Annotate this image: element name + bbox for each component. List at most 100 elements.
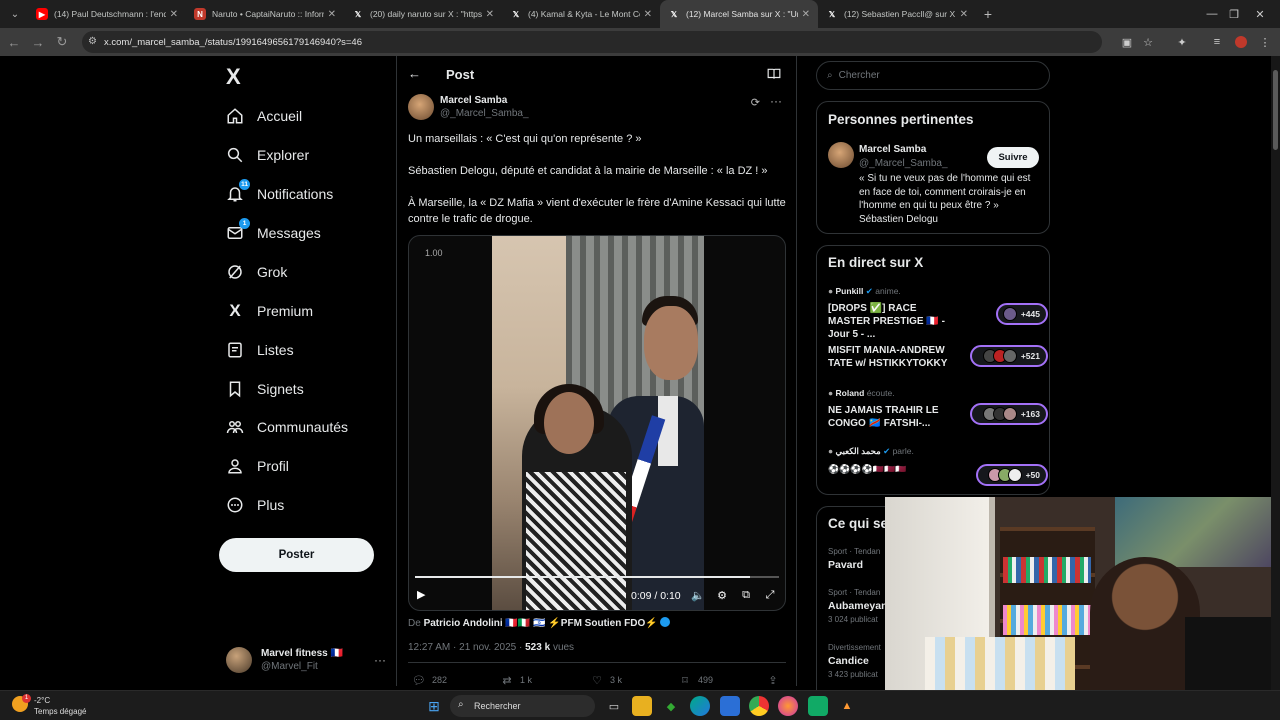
trend-item[interactable]: Divertissement Candice 3 423 publicat <box>828 643 881 679</box>
profile-icon[interactable] <box>1232 33 1250 51</box>
close-tab-icon[interactable]: ✕ <box>328 9 336 20</box>
weather-widget[interactable]: 1 -2°C Temps dégagé <box>12 694 122 718</box>
views-label: vues <box>552 642 575 653</box>
live-item[interactable]: ● Roland écoute. NE JAMAIS TRAHIR LE CON… <box>828 388 1048 432</box>
share-button[interactable]: ⇪ <box>766 674 786 687</box>
reply-button[interactable]: 💬︎ 282 <box>412 674 447 687</box>
nav-item-messages[interactable]: 1 Messages <box>226 217 321 249</box>
reload-icon[interactable]: ↻ <box>50 34 74 50</box>
task-view-icon[interactable]: ▭ <box>604 696 624 716</box>
xbox-icon[interactable] <box>808 696 828 716</box>
nav-item-profile[interactable]: Profil <box>226 450 289 482</box>
account-switcher[interactable]: Marvel fitness 🇫🇷 @Marvel_Fit ··· <box>226 644 386 676</box>
close-tab-icon[interactable]: ✕ <box>644 9 652 20</box>
nav-item-bookmarks[interactable]: Signets <box>226 373 304 405</box>
author-avatar[interactable] <box>408 94 434 120</box>
author-name[interactable]: Marcel Samba <box>440 95 507 106</box>
video-source-author[interactable]: Patricio Andolini 🇫🇷🇮🇹 🇮🇱 ⚡PFM Soutien F… <box>424 618 658 629</box>
search-field[interactable]: ⌕ Chercher <box>816 61 1050 90</box>
close-tab-icon[interactable]: ✕ <box>960 9 968 20</box>
pip-icon[interactable]: ⧉ <box>739 588 753 602</box>
post-more-icon[interactable]: ··· <box>770 94 782 108</box>
avatar[interactable] <box>828 142 854 168</box>
chrome-icon[interactable] <box>749 696 769 716</box>
nav-item-lists[interactable]: Listes <box>226 334 294 366</box>
windows-start-icon[interactable]: ⊞ <box>424 696 444 716</box>
video-frame[interactable] <box>492 236 704 610</box>
like-button[interactable]: ♡ 3 k <box>590 674 622 687</box>
browser-tab[interactable]: 𝕏 (20) daily naruto sur X : "https: ✕ <box>344 0 502 28</box>
back-arrow-icon[interactable]: ← <box>408 66 421 81</box>
relevant-handle[interactable]: @_Marcel_Samba_ <box>859 158 948 169</box>
new-tab-button[interactable]: + <box>976 6 1000 22</box>
tab-search-menu[interactable]: ⌄ <box>2 4 28 24</box>
browser-tab[interactable]: 𝕏 (4) Kamal & Kyta - Le Mont Co ✕ <box>502 0 660 28</box>
extensions-icon[interactable]: ✦ <box>1173 33 1191 51</box>
back-icon[interactable]: ← <box>2 35 26 50</box>
x-logo-icon[interactable]: X <box>226 64 241 90</box>
star-icon[interactable]: ☆ <box>1139 33 1157 51</box>
page-scrollbar[interactable] <box>1271 56 1280 690</box>
nvidia-icon[interactable]: ◆ <box>661 696 681 716</box>
mail-icon: 1 <box>226 218 250 242</box>
site-info-icon[interactable]: ⚙ <box>88 36 97 47</box>
video-player[interactable]: 1.00 ▶ 0:09 / 0:10 🔈 ⚙ ⧉ ⤢ <box>408 235 786 611</box>
nav-item-grok[interactable]: Grok <box>226 256 287 288</box>
post-button[interactable]: Poster <box>219 538 374 572</box>
browser-menu-icon[interactable]: ⋮ <box>1256 33 1274 51</box>
panel-title: Ce qui se <box>828 516 889 531</box>
live-item[interactable]: ● Punkill ✔ anime. [DROPS ✅] RACE MASTER… <box>828 286 1048 340</box>
cast-icon[interactable]: ▣ <box>1118 33 1136 51</box>
notification-badge: 11 <box>239 179 250 190</box>
more-circle-icon <box>226 496 244 514</box>
nav-item-notifications[interactable]: 11 Notifications <box>226 178 333 210</box>
live-item[interactable]: MISFIT MANIA-ANDREW TATE w/ HSTIKKYTOKKY… <box>828 344 1048 374</box>
nav-item-explore[interactable]: Explorer <box>226 139 309 171</box>
nav-item-premium[interactable]: X Premium <box>226 295 313 327</box>
author-handle[interactable]: @_Marcel_Samba_ <box>440 108 529 119</box>
list-icon <box>226 341 244 359</box>
volume-icon[interactable]: 🔈 <box>691 588 705 602</box>
account-more-icon[interactable]: ··· <box>374 653 386 667</box>
avatar <box>1007 468 1022 482</box>
settings-icon[interactable]: ⚙ <box>715 588 729 602</box>
file-explorer-icon[interactable] <box>632 696 652 716</box>
bookmark-button[interactable]: ⌑ 499 <box>678 674 713 687</box>
browser-tab-active[interactable]: 𝕏 (12) Marcel Samba sur X : "Un m ✕ <box>660 0 818 28</box>
edge-icon[interactable] <box>690 696 710 716</box>
trend-item[interactable]: Sport · Tendan Pavard <box>828 547 880 571</box>
vlc-icon[interactable]: ▲ <box>837 696 857 716</box>
grok-explain-icon[interactable]: ⟳ <box>751 96 760 109</box>
nav-label: Premium <box>257 303 314 319</box>
play-icon[interactable]: ▶ <box>417 588 431 602</box>
scrollbar-thumb[interactable] <box>1273 70 1278 150</box>
repost-count: 1 k <box>520 675 533 685</box>
trend-item[interactable]: Sport · Tendan Aubameyan 3 024 publicat <box>828 588 888 624</box>
browser-tab[interactable]: ▶ (14) Paul Deutschmann : l'enquête ✕ <box>28 0 186 28</box>
close-tab-icon[interactable]: ✕ <box>486 9 494 20</box>
url-field[interactable]: ⚙ x.com/_marcel_samba_/status/1991649656… <box>82 31 1102 53</box>
forward-icon[interactable]: → <box>26 35 50 50</box>
nav-item-more[interactable]: Plus <box>226 489 284 521</box>
firefox-icon[interactable] <box>778 696 798 716</box>
video-progress-bar[interactable] <box>415 576 779 578</box>
close-tab-icon[interactable]: ✕ <box>170 9 178 20</box>
browser-tab[interactable]: N Naruto • CaptaiNaruto :: Inform ✕ <box>186 0 344 28</box>
repost-button[interactable]: ⇄ 1 k <box>500 674 533 687</box>
close-tab-icon[interactable]: ✕ <box>802 9 810 20</box>
taskbar-search[interactable]: ⌕ Rechercher <box>450 695 595 717</box>
weather-temp: -2°C <box>34 696 51 705</box>
browser-tab[interactable]: 𝕏 (12) Sebastien Paccll@ sur X : " ✕ <box>818 0 976 28</box>
reading-list-icon[interactable]: ≡ <box>1208 33 1226 51</box>
live-item[interactable]: ● محمد الكعبي ✔ parle. ⚽⚽⚽⚽🇶🇦🇶🇦🇶🇦 +50 <box>828 446 1048 486</box>
relevant-name[interactable]: Marcel Samba <box>859 144 926 155</box>
follow-button[interactable]: Suivre <box>987 147 1039 168</box>
nav-item-communities[interactable]: Communautés <box>226 411 348 443</box>
close-window-button[interactable]: ✕ <box>1240 0 1280 28</box>
fullscreen-icon[interactable]: ⤢ <box>763 588 777 602</box>
verified-icon <box>660 617 671 627</box>
nav-item-home[interactable]: Accueil <box>226 100 302 132</box>
store-icon[interactable] <box>720 696 740 716</box>
post-timestamp[interactable]: 12:27 AM · 21 nov. 2025 · <box>408 642 522 653</box>
reader-icon[interactable] <box>767 67 783 81</box>
